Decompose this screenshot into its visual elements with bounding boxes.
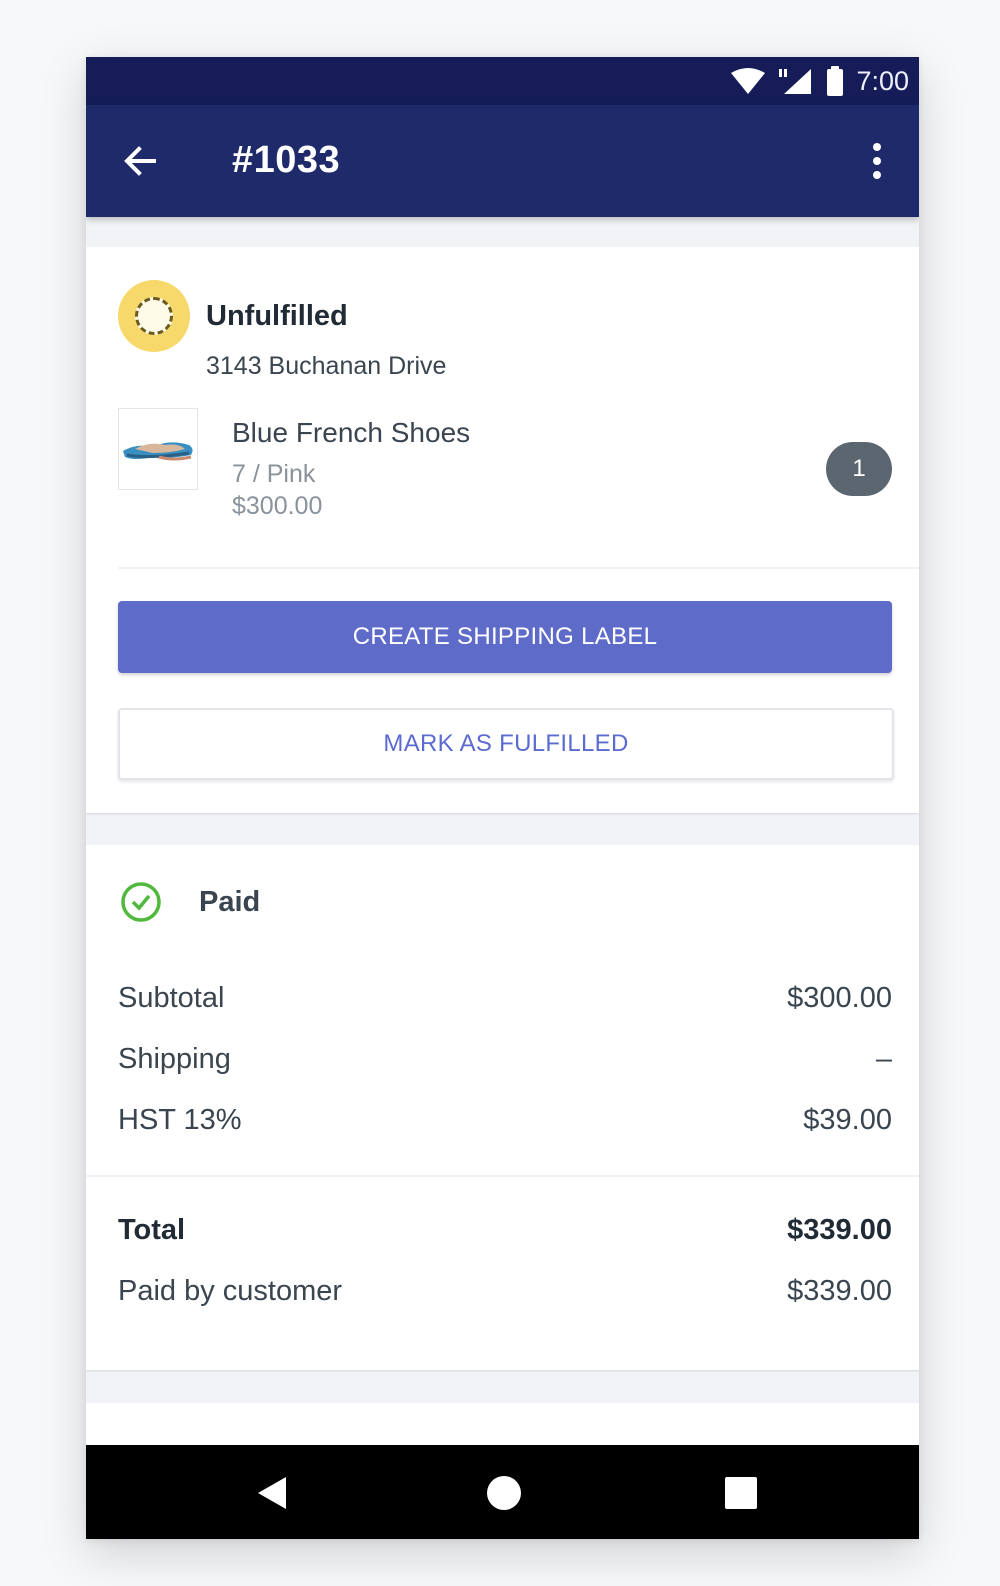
shipping-value: –	[875, 1043, 892, 1075]
quantity-badge: 1	[826, 442, 892, 496]
subtotal-value: $300.00	[787, 982, 892, 1014]
total-label: Total	[118, 1214, 186, 1246]
create-shipping-label-button[interactable]: CREATE SHIPPING LABEL	[118, 601, 892, 673]
system-nav-bar	[86, 1445, 919, 1539]
mark-as-fulfilled-button[interactable]: MARK AS FULFILLED	[118, 708, 894, 780]
product-thumbnail[interactable]	[118, 408, 198, 490]
fulfillment-status: Unfulfilled	[206, 300, 348, 332]
unfulfilled-icon	[118, 280, 190, 352]
phone-screen: 7:00 #1033 Unfulfilled 3143 Buchanan Dri…	[86, 57, 919, 1539]
signal-icon	[779, 69, 812, 94]
more-vertical-icon	[873, 143, 881, 179]
tax-label: HST 13%	[118, 1104, 242, 1136]
payment-card: Paid Subtotal $300.00 Shipping – HST 13%…	[86, 845, 919, 1370]
wifi-icon	[731, 68, 766, 94]
subtotal-label: Subtotal	[118, 982, 225, 1014]
nav-back-icon	[258, 1477, 286, 1509]
divider	[118, 567, 919, 569]
nav-recents-icon	[725, 1477, 757, 1509]
nav-home-icon	[487, 1476, 521, 1510]
total-value: $339.00	[787, 1214, 892, 1246]
product-price: $300.00	[232, 492, 323, 520]
battery-icon	[827, 66, 844, 96]
shoe-image	[123, 442, 193, 461]
nav-back-button[interactable]	[240, 1463, 300, 1523]
check-circle-icon	[121, 882, 161, 922]
arrow-left-icon	[124, 146, 156, 176]
payment-status: Paid	[199, 886, 261, 918]
status-time: 7:00	[856, 65, 909, 96]
nav-home-button[interactable]	[474, 1463, 534, 1523]
shipping-label: Shipping	[118, 1043, 231, 1075]
product-name[interactable]: Blue French Shoes	[232, 417, 470, 449]
paid-by-customer-value: $339.00	[787, 1275, 892, 1307]
more-options-button[interactable]	[853, 133, 901, 189]
fulfillment-card: Unfulfilled 3143 Buchanan Drive Blue Fre…	[86, 247, 919, 813]
divider	[86, 1175, 919, 1177]
status-icons: 7:00	[730, 65, 909, 97]
product-variant: 7 / Pink	[232, 460, 316, 488]
status-bar: 7:00	[86, 57, 919, 105]
tax-value: $39.00	[803, 1104, 892, 1136]
shipping-address: 3143 Buchanan Drive	[206, 352, 447, 380]
app-bar: #1033	[86, 105, 919, 217]
back-button[interactable]	[112, 133, 168, 189]
paid-by-customer-label: Paid by customer	[118, 1275, 343, 1307]
nav-recents-button[interactable]	[711, 1463, 771, 1523]
order-title: #1033	[232, 139, 341, 181]
